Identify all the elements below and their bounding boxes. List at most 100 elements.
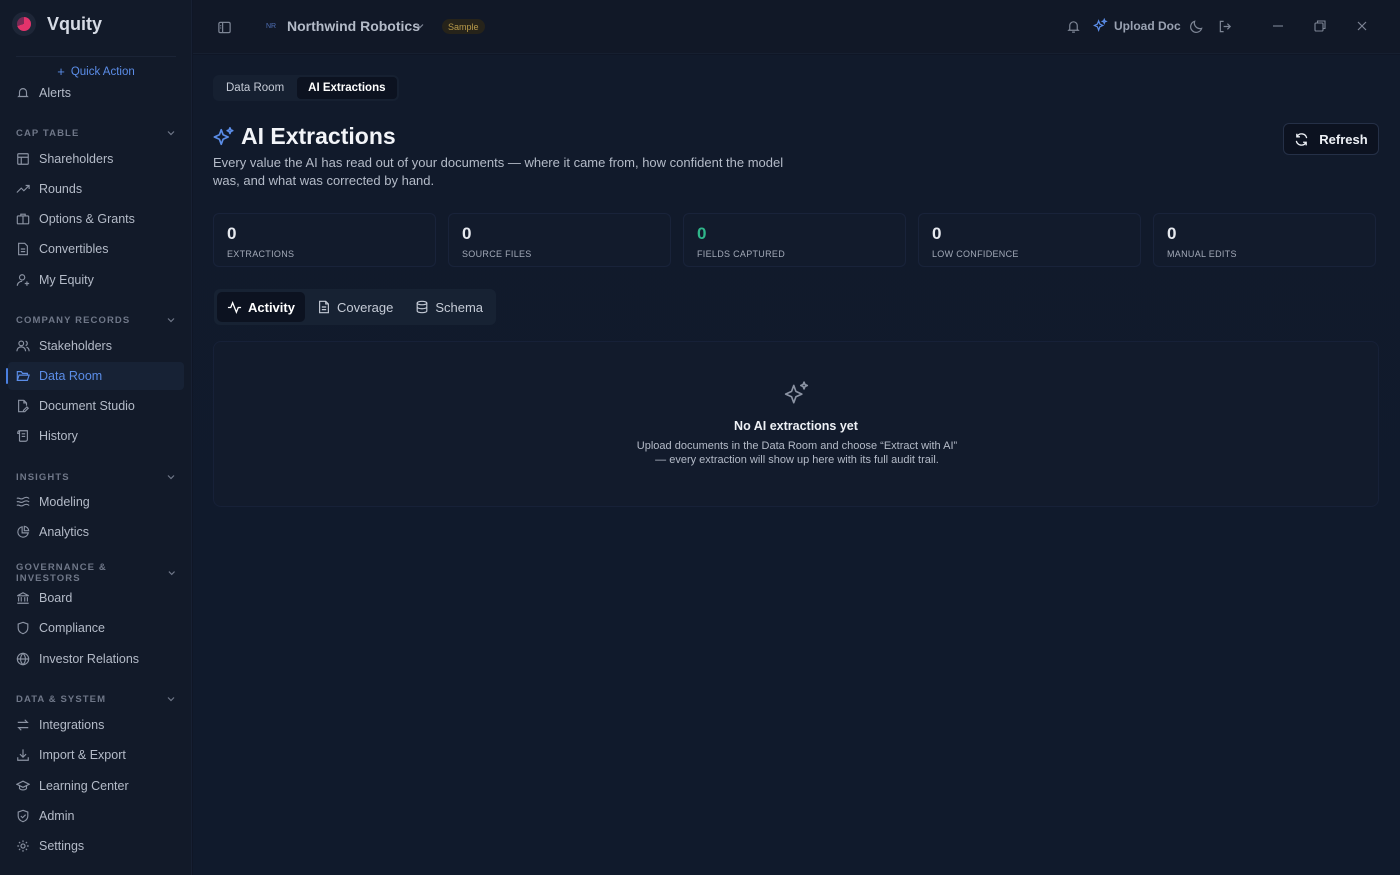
sidebar-item-alerts[interactable]: Alerts: [8, 84, 184, 107]
shield-icon: [17, 621, 29, 635]
sidebar-item-document-studio[interactable]: Document Studio: [8, 392, 184, 420]
section-title: INSIGHTS: [16, 471, 70, 483]
chevron-down-icon: [167, 318, 175, 323]
sidebar-item-label: Alerts: [39, 86, 71, 100]
section-company-records[interactable]: COMPANY RECORDS: [16, 313, 176, 327]
window-minimize-button[interactable]: [1271, 19, 1285, 33]
stat-card-low-confidence: 0 LOW CONFIDENCE: [918, 213, 1141, 267]
stat-label: SOURCE FILES: [462, 249, 532, 259]
bell-icon: [1067, 21, 1080, 33]
sidebar-item-modeling[interactable]: Modeling: [8, 488, 184, 516]
empty-state-line: — every extraction will show up here wit…: [655, 454, 939, 466]
chevron-down-icon: [168, 571, 175, 576]
section-governance-investors[interactable]: GOVERNANCE & INVESTORS: [16, 562, 176, 584]
tab-data-room[interactable]: Data Room: [215, 77, 295, 99]
briefcase-icon: [16, 213, 30, 225]
sidebar-item-history[interactable]: History: [8, 422, 184, 450]
gear-icon: [17, 840, 29, 852]
stat-card-extractions: 0 EXTRACTIONS: [213, 213, 436, 267]
org-switcher[interactable]: Northwind Robotics: [287, 18, 420, 34]
sidebar-item-data-room[interactable]: Data Room: [6, 362, 184, 390]
refresh-label: Refresh: [1319, 131, 1368, 147]
sidebar-item-label: Shareholders: [39, 152, 114, 166]
sidebar-item-admin[interactable]: Admin: [8, 802, 184, 830]
sidebar: Vquity + Quick Action Alerts CAP TABLE S…: [0, 0, 192, 875]
trending-up-icon: [16, 184, 30, 193]
shield-check-icon: [17, 809, 29, 823]
tab-label: Coverage: [336, 299, 394, 315]
sidebar-item-options-grants[interactable]: Options & Grants: [8, 205, 184, 233]
sidebar-nav[interactable]: Alerts CAP TABLE Shareholders Rounds Opt…: [0, 84, 192, 875]
sidebar-item-label: Import & Export: [39, 748, 126, 762]
sidebar-item-analytics[interactable]: Analytics: [8, 518, 184, 546]
page-title-text: AI Extractions: [241, 123, 396, 149]
chevron-down-icon: [167, 475, 175, 480]
chevron-down-icon: [416, 24, 424, 29]
brand-name: Vquity: [47, 13, 103, 34]
log-out-icon: [1219, 20, 1232, 33]
sparkles-icon: [1093, 18, 1108, 32]
sidebar-item-stakeholders[interactable]: Stakeholders: [8, 332, 184, 360]
plus-icon: +: [57, 64, 65, 79]
sidebar-item-integrations[interactable]: Integrations: [8, 711, 184, 739]
section-insights[interactable]: INSIGHTS: [16, 470, 176, 484]
sidebar-item-import-export[interactable]: Import & Export: [8, 741, 184, 769]
page-title: AI Extractions: [213, 123, 396, 150]
view-tabs: Data Room AI Extractions: [213, 75, 399, 101]
users-icon: [16, 340, 30, 352]
sidebar-item-compliance[interactable]: Compliance: [8, 614, 184, 642]
org-initials-badge: NR: [265, 22, 277, 30]
section-cap-table[interactable]: CAP TABLE: [16, 126, 176, 140]
moon-icon: [1190, 20, 1203, 33]
sidebar-item-learning-center[interactable]: Learning Center: [8, 772, 184, 800]
sidebar-item-convertibles[interactable]: Convertibles: [8, 235, 184, 263]
activity-icon: [227, 300, 242, 314]
upload-doc-button[interactable]: Upload Doc: [1093, 18, 1181, 33]
section-title: GOVERNANCE & INVESTORS: [16, 562, 107, 584]
notifications-button[interactable]: [1066, 19, 1081, 34]
page-description: Every value the AI has read out of your …: [213, 155, 784, 188]
empty-state-line: Upload documents in the Data Room and ch…: [636, 440, 958, 452]
window-restore-button[interactable]: [1313, 19, 1327, 33]
sidebar-item-rounds[interactable]: Rounds: [8, 175, 184, 203]
sidebar-item-label: Board: [39, 591, 73, 605]
sidebar-item-label: Rounds: [39, 182, 83, 196]
tab-coverage[interactable]: Coverage: [307, 292, 403, 322]
stat-value: 0: [227, 224, 237, 243]
theme-toggle-button[interactable]: [1189, 19, 1204, 34]
refresh-icon: [1295, 132, 1308, 146]
file-edit-icon: [18, 399, 30, 413]
main-content: Data Room AI Extractions AI Extractions …: [193, 55, 1400, 875]
sparkles-icon: [213, 126, 234, 145]
org-switcher-chevron[interactable]: [415, 21, 425, 31]
window-close-button[interactable]: [1355, 19, 1369, 33]
sub-tabs: Activity Coverage Schema: [214, 289, 497, 325]
refresh-button[interactable]: Refresh: [1283, 123, 1379, 155]
sidebar-item-board[interactable]: Board: [8, 584, 184, 612]
stat-card-manual-edits: 0 MANUAL EDITS: [1153, 213, 1376, 267]
sidebar-item-shareholders[interactable]: Shareholders: [8, 145, 184, 173]
bell-icon: [17, 88, 29, 98]
sign-out-button[interactable]: [1218, 19, 1233, 34]
sidebar-item-investor-relations[interactable]: Investor Relations: [8, 645, 184, 673]
stat-value: 0: [462, 224, 472, 243]
topbar: NR Northwind Robotics Sample Upload Doc: [193, 0, 1400, 54]
brand-logo: [12, 12, 36, 36]
sidebar-toggle-button[interactable]: [217, 20, 232, 35]
stat-value: 0: [697, 224, 707, 243]
brand[interactable]: Vquity: [12, 10, 102, 38]
tab-ai-extractions[interactable]: AI Extractions: [297, 77, 397, 99]
user-icon: [16, 274, 30, 286]
sidebar-item-settings[interactable]: Settings: [8, 832, 184, 860]
pie-chart-icon: [17, 525, 30, 538]
sidebar-item-my-equity[interactable]: My Equity: [8, 266, 184, 294]
stat-value: 0: [1167, 224, 1177, 243]
quick-action-button[interactable]: + Quick Action: [0, 64, 192, 79]
section-data-system[interactable]: DATA & SYSTEM: [16, 692, 176, 706]
quick-action-label: Quick Action: [70, 65, 135, 78]
tab-schema[interactable]: Schema: [405, 292, 493, 322]
restore-icon: [1314, 20, 1326, 32]
tab-activity[interactable]: Activity: [217, 292, 305, 322]
stat-label: EXTRACTIONS: [227, 249, 295, 259]
chevron-down-icon: [167, 697, 175, 702]
